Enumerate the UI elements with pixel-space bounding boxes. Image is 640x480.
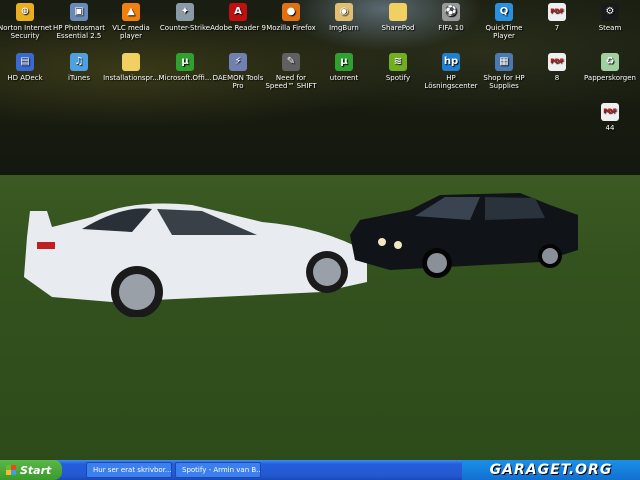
vlc-icon: ▲ xyxy=(122,3,140,21)
desktop-icon-label: 44 xyxy=(605,124,615,132)
desktop-icon-label: Spotify xyxy=(385,74,411,82)
desktop-icon-label: Counter-Strike xyxy=(159,24,211,32)
fifa-icon: ⚽ xyxy=(442,3,460,21)
desktop-icon-label: Shop for HP Supplies xyxy=(483,74,525,90)
desktop-icon[interactable]: µ Microsoft.Offi... xyxy=(157,53,213,82)
desktop-icon[interactable]: A Adobe Reader 9 xyxy=(210,3,266,32)
counter-strike-icon: ✦ xyxy=(176,3,194,21)
white-car xyxy=(24,203,367,317)
task-label: Spotify - Armin van B... xyxy=(182,466,261,474)
desktop-icon[interactable]: ≋ Spotify xyxy=(370,53,426,82)
desktop-icon[interactable]: ◉ ImgBurn xyxy=(316,3,372,32)
desktop-icon[interactable]: Installationspr... xyxy=(103,53,159,82)
desktop-icon[interactable]: ✦ Counter-Strike xyxy=(157,3,213,32)
utorrent-icon: µ xyxy=(176,53,194,71)
garaget-watermark: GARAGET.ORG xyxy=(462,460,640,480)
desktop-icon-label: Adobe Reader 9 xyxy=(210,24,266,32)
quicktime-icon: Q xyxy=(495,3,513,21)
adobe-reader-icon: A xyxy=(229,3,247,21)
start-button[interactable]: Start xyxy=(0,460,62,480)
start-label: Start xyxy=(20,463,52,477)
taskbar-button-firefox[interactable]: Hur ser erat skrivbor... xyxy=(86,462,172,478)
desktop-icon-label: Steam xyxy=(598,24,622,32)
taskbar: Start Hur ser erat skrivbor... Spotify -… xyxy=(0,460,640,480)
black-car xyxy=(350,193,578,278)
task-label: Hur ser erat skrivbor... xyxy=(93,466,172,474)
desktop-icon-label: QuickTime Player xyxy=(485,24,523,40)
desktop-icon-label: ImgBurn xyxy=(329,24,359,32)
pdf-icon: PDF xyxy=(548,53,566,71)
desktop-icon-label: Need for Speed™ SHIFT xyxy=(265,74,317,90)
desktop-icon-label: DAEMON Tools Pro xyxy=(212,74,264,90)
desktop[interactable]: ⊕ Norton Internet Security ▣ HP Photosmart … xyxy=(0,0,640,460)
steam-icon: ⚙ xyxy=(601,3,619,21)
desktop-icon[interactable]: PDF 7 xyxy=(529,3,585,32)
desktop-icon[interactable]: PDF 44 xyxy=(582,103,638,132)
desktop-icon[interactable]: hp HP Lösningscenter xyxy=(423,53,479,90)
desktop-icon-label: 8 xyxy=(554,74,560,82)
desktop-icon[interactable]: ✎ Need for Speed™ SHIFT xyxy=(263,53,319,90)
pdf-icon: PDF xyxy=(601,103,619,121)
desktop-icon-label: Papperskorgen xyxy=(584,74,636,82)
desktop-icon[interactable]: ⚽ FIFA 10 xyxy=(423,3,479,32)
desktop-icon[interactable]: µ utorrent xyxy=(316,53,372,82)
spotify-icon: ≋ xyxy=(389,53,407,71)
desktop-icon[interactable]: ▲ VLC media player xyxy=(103,3,159,40)
recycle-bin-icon: ♻ xyxy=(601,53,619,71)
desktop-icon-label: SharePod xyxy=(381,24,415,32)
desktop-icon-label: VLC media player xyxy=(112,24,150,40)
desktop-icon[interactable]: SharePod xyxy=(370,3,426,32)
folder-icon xyxy=(122,53,140,71)
desktop-icon-label: Norton Internet Security xyxy=(0,24,52,40)
need-for-speed-icon: ✎ xyxy=(282,53,300,71)
desktop-icon-label: HP Photosmart Essential 2.5 xyxy=(52,24,106,40)
desktop-icon-label: Mozilla Firefox xyxy=(266,24,316,32)
desktop-icon-label: iTunes xyxy=(68,74,90,82)
desktop-icon-label: Microsoft.Offi... xyxy=(158,74,212,82)
imgburn-icon: ◉ xyxy=(335,3,353,21)
hp-shop-icon: ▦ xyxy=(495,53,513,71)
desktop-icon[interactable]: ⚙ Steam xyxy=(582,3,638,32)
hp-solution-center-icon: hp xyxy=(442,53,460,71)
folder-icon xyxy=(389,3,407,21)
itunes-icon: ♫ xyxy=(70,53,88,71)
desktop-icon[interactable]: PDF 8 xyxy=(529,53,585,82)
desktop-icon[interactable]: ⚡ DAEMON Tools Pro xyxy=(210,53,266,90)
hd-adeck-icon: ▤ xyxy=(16,53,34,71)
desktop-icon[interactable]: ♫ iTunes xyxy=(51,53,107,82)
desktop-icon-label: 7 xyxy=(554,24,560,32)
taskbar-button-spotify[interactable]: Spotify - Armin van B... xyxy=(175,462,261,478)
desktop-icon[interactable]: ▣ HP Photosmart Essential 2.5 xyxy=(51,3,107,40)
desktop-icon[interactable]: ▦ Shop for HP Supplies xyxy=(476,53,532,90)
utorrent-icon: µ xyxy=(335,53,353,71)
hp-photosmart-icon: ▣ xyxy=(70,3,88,21)
desktop-icon[interactable]: ● Mozilla Firefox xyxy=(263,3,319,32)
windows-logo-icon xyxy=(6,465,16,475)
pdf-icon: PDF xyxy=(548,3,566,21)
desktop-icon[interactable]: ▤ HD ADeck xyxy=(0,53,53,82)
desktop-icon[interactable]: ♻ Papperskorgen xyxy=(582,53,638,82)
desktop-icon-label: Installationspr... xyxy=(103,74,159,82)
desktop-icon-label: FIFA 10 xyxy=(438,24,464,32)
desktop-icon-label: HD ADeck xyxy=(7,74,43,82)
desktop-icon-label: utorrent xyxy=(329,74,359,82)
norton-icon: ⊕ xyxy=(16,3,34,21)
desktop-icon[interactable]: ⊕ Norton Internet Security xyxy=(0,3,53,40)
firefox-icon: ● xyxy=(282,3,300,21)
desktop-icon[interactable]: Q QuickTime Player xyxy=(476,3,532,40)
daemon-tools-icon: ⚡ xyxy=(229,53,247,71)
desktop-icon-label: HP Lösningscenter xyxy=(424,74,478,90)
